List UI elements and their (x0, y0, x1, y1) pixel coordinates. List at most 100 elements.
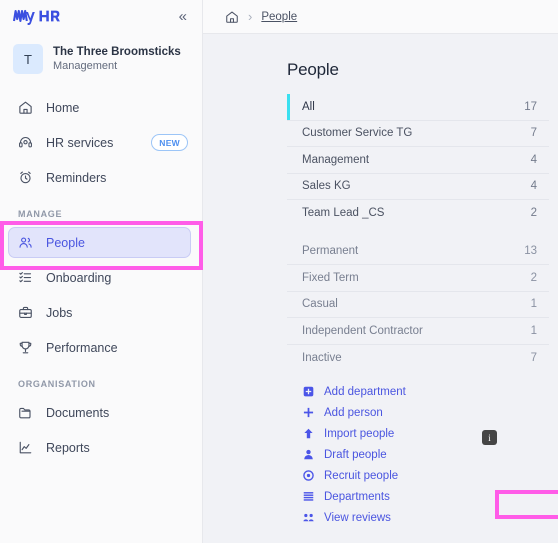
main-content: › People People All 17 Customer Service … (203, 0, 558, 543)
sidebar-nav: Home HR services NEW Reminders MANAGE Pe… (0, 90, 202, 465)
departments-link[interactable]: Departments (287, 486, 549, 507)
org-subtitle: Management (53, 60, 118, 72)
sidebar-item-reports[interactable]: Reports (0, 430, 202, 465)
action-label: Draft people (324, 448, 387, 461)
import-people-link[interactable]: Import people (287, 423, 549, 444)
list-item-count: 17 (524, 100, 537, 113)
list-item[interactable]: Team Lead _CS 2 (287, 200, 549, 227)
sidebar-item-documents[interactable]: Documents (0, 395, 202, 430)
plus-square-icon (302, 385, 315, 398)
list-item-label: Sales KG (302, 180, 351, 193)
draft-people-link[interactable]: Draft people (287, 444, 549, 465)
list-icon (302, 490, 315, 503)
sidebar: « T The Three Broomsticks Management Hom… (0, 0, 203, 543)
add-department-link[interactable]: Add department (287, 381, 549, 402)
breadcrumb-item-people[interactable]: People (261, 11, 297, 23)
sidebar-item-hr-services[interactable]: HR services NEW (0, 125, 202, 160)
sidebar-item-people[interactable]: People (0, 225, 202, 260)
home-icon (17, 99, 34, 116)
add-person-link[interactable]: Add person (287, 402, 549, 423)
list-item-count: 1 (530, 324, 537, 337)
plus-icon (302, 406, 315, 419)
sidebar-item-jobs[interactable]: Jobs (0, 295, 202, 330)
sidebar-header: « (0, 0, 202, 32)
sidebar-item-onboarding[interactable]: Onboarding (0, 260, 202, 295)
list-item[interactable]: Fixed Term 2 (287, 265, 549, 292)
breadcrumb: › People (203, 0, 558, 34)
sidebar-item-label: Jobs (46, 305, 73, 320)
action-links: Add department Add person Import people … (287, 381, 549, 528)
department-list: All 17 Customer Service TG 7 Management … (287, 94, 549, 227)
info-icon[interactable]: i (482, 430, 497, 445)
list-item-label: Inactive (302, 351, 342, 364)
action-label: Add department (324, 385, 406, 398)
people-panel: People All 17 Customer Service TG 7 Mana… (203, 34, 558, 528)
view-reviews-link[interactable]: View reviews (287, 507, 549, 528)
action-label: Add person (324, 406, 383, 419)
new-badge: NEW (151, 134, 188, 151)
list-item-label: Customer Service TG (302, 127, 413, 140)
home-icon[interactable] (225, 10, 239, 24)
trophy-icon (17, 339, 34, 356)
people-icon (17, 234, 34, 251)
sidebar-item-label: Reminders (46, 170, 107, 185)
list-item-count: 4 (530, 180, 537, 193)
sidebar-item-reminders[interactable]: Reminders (0, 160, 202, 195)
list-item-count: 7 (530, 127, 537, 140)
list-item-label: Team Lead _CS (302, 207, 385, 220)
list-item-count: 2 (530, 207, 537, 220)
action-label: View reviews (324, 511, 391, 524)
list-group-divider (287, 227, 558, 239)
sidebar-item-label: HR services (46, 135, 114, 150)
list-item-count: 7 (530, 351, 537, 364)
person-icon (302, 448, 315, 461)
action-label: Import people (324, 427, 395, 440)
list-item-label: Management (302, 153, 370, 166)
list-item-count: 13 (524, 245, 537, 258)
list-item-count: 2 (530, 271, 537, 284)
employment-type-list: Permanent 13 Fixed Term 2 Casual 1 Indep… (287, 239, 549, 372)
page-title: People (287, 60, 339, 79)
list-item[interactable]: Inactive 7 (287, 345, 549, 372)
sidebar-item-performance[interactable]: Performance (0, 330, 202, 365)
alarm-clock-icon (17, 169, 34, 186)
list-item-label: All (302, 100, 315, 113)
list-item[interactable]: Customer Service TG 7 (287, 121, 549, 147)
active-pill (8, 227, 191, 258)
action-label: Recruit people (324, 469, 399, 482)
sidebar-section-organisation: ORGANISATION (18, 379, 96, 389)
chart-line-icon (17, 439, 34, 456)
list-item[interactable]: Sales KG 4 (287, 174, 549, 200)
org-switcher[interactable]: T The Three Broomsticks Management (0, 38, 202, 80)
list-item[interactable]: Independent Contractor 1 (287, 318, 549, 345)
list-item-label: Independent Contractor (302, 324, 423, 337)
list-item[interactable]: Management 4 (287, 147, 549, 174)
app-root: « T The Three Broomsticks Management Hom… (0, 0, 558, 543)
arrow-up-icon (302, 427, 315, 440)
list-item[interactable]: All 17 (287, 94, 549, 121)
chevron-double-left-icon[interactable]: « (176, 7, 188, 26)
list-item[interactable]: Casual 1 (287, 292, 549, 318)
action-label: Departments (324, 490, 390, 503)
headset-icon (17, 134, 34, 151)
sidebar-section-manage: MANAGE (18, 209, 63, 219)
list-item[interactable]: Permanent 13 (287, 239, 549, 265)
sidebar-item-label: Home (46, 100, 80, 115)
checklist-icon (17, 269, 34, 286)
sidebar-item-label: Performance (46, 340, 118, 355)
org-name: The Three Broomsticks (53, 46, 181, 58)
breadcrumb-separator: › (248, 9, 253, 24)
list-item-label: Fixed Term (302, 271, 359, 284)
sidebar-item-label: Reports (46, 440, 90, 455)
list-item-count: 4 (530, 153, 537, 166)
recruit-people-link[interactable]: Recruit people (287, 465, 549, 486)
group-icon (302, 511, 315, 524)
sidebar-item-label: Documents (46, 405, 110, 420)
list-item-label: Casual (302, 298, 338, 311)
sidebar-item-home[interactable]: Home (0, 90, 202, 125)
sidebar-item-label: People (46, 235, 85, 250)
briefcase-icon (17, 304, 34, 321)
sidebar-item-label: Onboarding (46, 270, 112, 285)
list-item-label: Permanent (302, 245, 359, 258)
myhr-logo[interactable] (13, 7, 75, 26)
